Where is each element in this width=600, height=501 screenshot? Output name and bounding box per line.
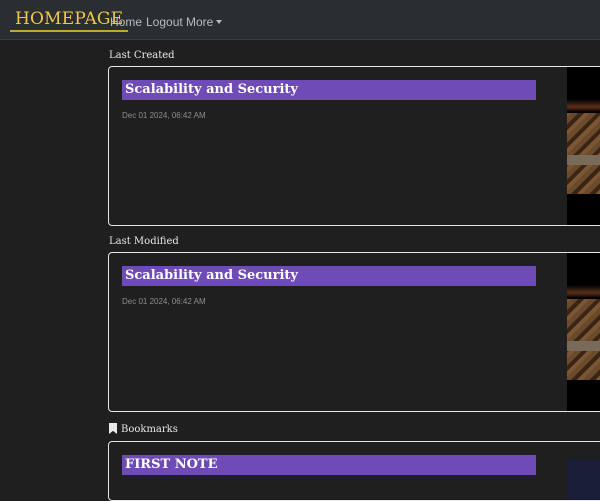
thumbnail-stripe [567, 341, 600, 351]
bookmark-card[interactable]: FIRST NOTE [108, 441, 600, 501]
card-title[interactable]: FIRST NOTE [122, 455, 536, 475]
section-label-bookmarks: Bookmarks [109, 423, 178, 435]
chevron-down-icon [216, 20, 223, 24]
nav-more-dropdown[interactable]: More [186, 14, 223, 30]
top-navbar: HOMEPAGE Home Logout More [0, 0, 600, 40]
card-title[interactable]: Scalability and Security [122, 266, 536, 286]
nav-home-link[interactable]: Home [110, 14, 142, 30]
last-modified-card[interactable]: Scalability and Security Dec 01 2024, 06… [108, 252, 600, 412]
card-title[interactable]: Scalability and Security [122, 80, 536, 100]
last-created-card[interactable]: Scalability and Security Dec 01 2024, 06… [108, 66, 600, 226]
card-thumbnail-image [567, 253, 600, 411]
bookmark-icon [109, 423, 117, 434]
thumbnail-navy-block [567, 460, 600, 500]
nav-more-label: More [186, 15, 214, 29]
thumbnail-stripe [567, 155, 600, 165]
card-date: Dec 01 2024, 06:42 AM [122, 297, 206, 306]
section-label-last-modified: Last Modified [109, 236, 179, 247]
thumbnail-wood-texture [567, 285, 600, 380]
thumbnail-wood-texture [567, 99, 600, 194]
nav-logout-link[interactable]: Logout [146, 14, 183, 30]
card-thumbnail-image [567, 67, 600, 225]
card-date: Dec 01 2024, 06:42 AM [122, 111, 206, 120]
section-label-last-created: Last Created [109, 50, 175, 61]
bookmarks-label: Bookmarks [121, 424, 178, 435]
